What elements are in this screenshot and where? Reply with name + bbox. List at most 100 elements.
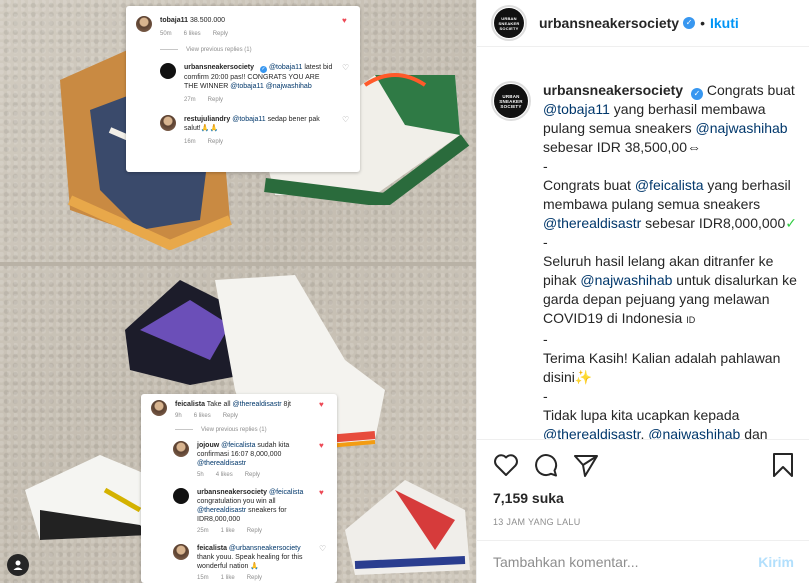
comment-time: 25m xyxy=(197,528,209,534)
comment-likes: 1 like xyxy=(220,575,235,581)
caption-scroll-area[interactable]: URBAN SNEAKER SOCIETY urbansneakersociet… xyxy=(477,48,809,439)
mention-link[interactable]: @najwashihab xyxy=(648,426,740,439)
heart-icon: ♡ xyxy=(342,63,350,72)
comment-text: 38.500.000 xyxy=(188,17,225,24)
comment-text: congratulation you win all xyxy=(197,498,276,505)
comment-icon[interactable] xyxy=(533,453,559,477)
check-mark-icon: ✓ xyxy=(785,215,797,231)
comment-username: feicalista xyxy=(175,401,205,408)
comment-time: 9h xyxy=(175,413,182,419)
verified-icon: ✓ xyxy=(690,88,703,100)
comment-form: Kirim xyxy=(477,540,809,583)
comment-time: 5h xyxy=(197,472,204,478)
view-previous-replies: View previous replies (1) xyxy=(160,47,350,53)
avatar xyxy=(136,16,152,32)
comment-mention: @tobaja11 xyxy=(232,116,266,123)
verified-icon: ✓ xyxy=(683,17,696,29)
post-actions: 7,159 suka 13 JAM YANG LALU xyxy=(477,439,809,529)
bookmark-icon[interactable] xyxy=(772,452,794,478)
avatar xyxy=(173,441,189,457)
heart-icon[interactable] xyxy=(493,453,519,477)
caption-separator: - xyxy=(543,331,548,347)
comment-mention: @urbansneakersociety xyxy=(228,545,301,552)
account-username[interactable]: urbansneakersociety xyxy=(539,15,679,31)
heart-icon: ♥ xyxy=(319,441,324,450)
avatar xyxy=(173,488,189,504)
comment-time: 50m xyxy=(160,31,172,37)
account-avatar[interactable]: URBAN SNEAKER SOCIETY xyxy=(491,5,527,41)
comment-mention: @tobaja11 xyxy=(230,83,264,90)
caption-username[interactable]: urbansneakersociety xyxy=(543,82,683,98)
caption-segment: Tidak lupa kita ucapkan kepada xyxy=(543,407,740,423)
caption-segment: dan xyxy=(740,426,768,439)
indonesia-flag-icon: ID xyxy=(686,315,696,325)
post-photo[interactable]: tobaja11 38.500.000 50m 6 likes Reply ♥ Vi… xyxy=(0,0,476,583)
comment-mention: @tobaja11 xyxy=(268,64,303,71)
comment-likes: 1 like xyxy=(220,528,235,534)
comment-likes: 6 likes xyxy=(193,413,211,419)
comment-mention: @najwashihab xyxy=(265,83,312,90)
avatar xyxy=(160,115,176,131)
post-comment-button[interactable]: Kirim xyxy=(758,554,794,570)
user-icon xyxy=(13,560,23,570)
follow-button[interactable]: Ikuti xyxy=(710,15,739,31)
comment-likes: 4 likes xyxy=(215,472,233,478)
comment-username: restujuliandry xyxy=(184,116,231,123)
heart-icon: ♡ xyxy=(319,544,327,553)
comment-username: urbansneakersociety xyxy=(197,489,268,496)
mention-link[interactable]: @najwashihab xyxy=(580,272,672,288)
caption-separator: - xyxy=(543,234,548,250)
comment-reply: Reply xyxy=(222,413,239,419)
pray-emoji-icon: 🙏🙏 xyxy=(200,125,219,132)
left-right-arrow-icon: ⇔ xyxy=(686,139,701,155)
like-count[interactable]: 7,159 suka xyxy=(493,490,794,506)
comment-mention: @therealdisastr xyxy=(232,401,282,408)
comment-reply: Reply xyxy=(212,31,229,37)
comment-reply: Reply xyxy=(244,472,261,478)
comment-username: tobaja11 xyxy=(160,17,189,24)
caption-separator: - xyxy=(543,158,548,174)
post-header: URBAN SNEAKER SOCIETY urbansneakersociet… xyxy=(477,0,809,47)
caption-text: urbansneakersociety ✓ Congrats buat @tob… xyxy=(543,81,800,439)
mention-link[interactable]: @tobaja11 xyxy=(543,101,610,117)
comment-mention: @therealdisastr xyxy=(197,507,247,514)
account-logo: URBAN SNEAKER SOCIETY xyxy=(494,8,524,38)
caption-avatar[interactable]: URBAN SNEAKER SOCIETY xyxy=(491,81,531,121)
caption-segment: sebesar IDR8,000,000 xyxy=(641,215,786,231)
comment-input[interactable] xyxy=(493,554,759,570)
caption-segment: Congrats buat xyxy=(702,82,795,98)
post-side-panel: URBAN SNEAKER SOCIETY urbansneakersociet… xyxy=(476,0,809,583)
comment-text: Take all xyxy=(204,401,233,408)
comment-time: 15m xyxy=(197,575,209,581)
heart-icon: ♥ xyxy=(319,400,324,409)
mention-link[interactable]: @najwashihab xyxy=(696,120,788,136)
comment-screenshot-top: tobaja11 38.500.000 50m 6 likes Reply ♥ Vi… xyxy=(126,6,360,172)
caption-segment: Congrats buat xyxy=(543,177,635,193)
logo-line: SOCIETY xyxy=(500,103,522,109)
sparkles-icon: ✨ xyxy=(574,369,593,385)
comment-reply: Reply xyxy=(246,528,263,534)
caption-segment: sebesar IDR 38,500,00 xyxy=(543,139,687,155)
comment-username: jojouw xyxy=(197,442,220,449)
mention-link[interactable]: @feicalista xyxy=(635,177,704,193)
pray-emoji-icon: 🙏 xyxy=(250,563,260,570)
share-icon[interactable] xyxy=(573,453,599,477)
comment-reply: Reply xyxy=(246,575,263,581)
sneaker-red-blue xyxy=(345,480,470,575)
comment-username: urbansneakersociety xyxy=(184,64,255,71)
comment-reply: Reply xyxy=(207,139,224,145)
caption: URBAN SNEAKER SOCIETY urbansneakersociet… xyxy=(491,81,800,439)
heart-icon: ♥ xyxy=(319,488,324,497)
avatar-overlay-bottom-left[interactable] xyxy=(7,554,29,576)
post-timestamp[interactable]: 13 JAM YANG LALU xyxy=(493,517,794,527)
avatar xyxy=(151,400,167,416)
comment-text: 8jt xyxy=(281,401,291,408)
comment-mention: @feicalista xyxy=(221,442,256,449)
mention-link[interactable]: @therealdisastr xyxy=(543,215,641,231)
comment-time: 27m xyxy=(184,97,196,103)
comment-likes: 6 likes xyxy=(183,31,201,37)
mention-link[interactable]: @therealdisastr xyxy=(543,426,640,439)
caption-separator: - xyxy=(543,388,548,404)
comment-mention: @feicalista xyxy=(269,489,304,496)
avatar xyxy=(173,544,189,560)
